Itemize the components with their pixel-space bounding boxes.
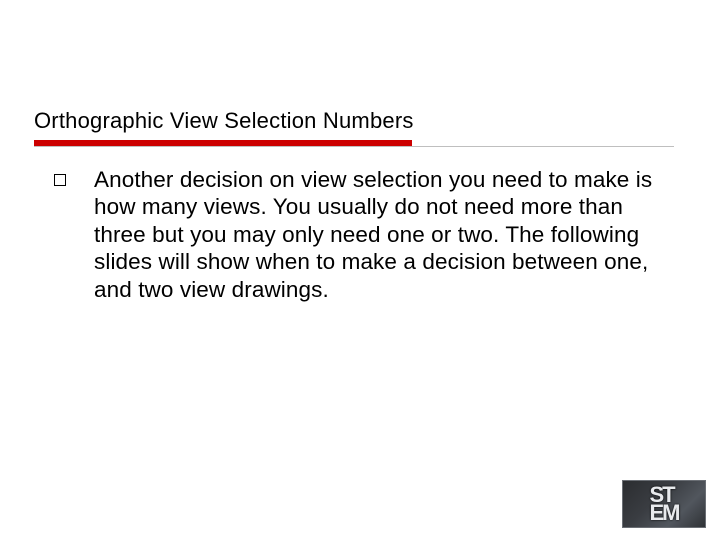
slide-title: Orthographic View Selection Numbers — [34, 108, 674, 134]
logo-text: ST EM — [650, 486, 679, 522]
title-block: Orthographic View Selection Numbers — [34, 108, 674, 147]
slide: Orthographic View Selection Numbers Anot… — [0, 0, 720, 540]
stem-logo: ST EM — [622, 480, 706, 528]
content-area: Another decision on view selection you n… — [54, 166, 654, 303]
list-item: Another decision on view selection you n… — [54, 166, 654, 303]
title-underline-rule — [34, 146, 674, 147]
square-bullet-icon — [54, 174, 66, 186]
body-text: Another decision on view selection you n… — [94, 166, 654, 303]
